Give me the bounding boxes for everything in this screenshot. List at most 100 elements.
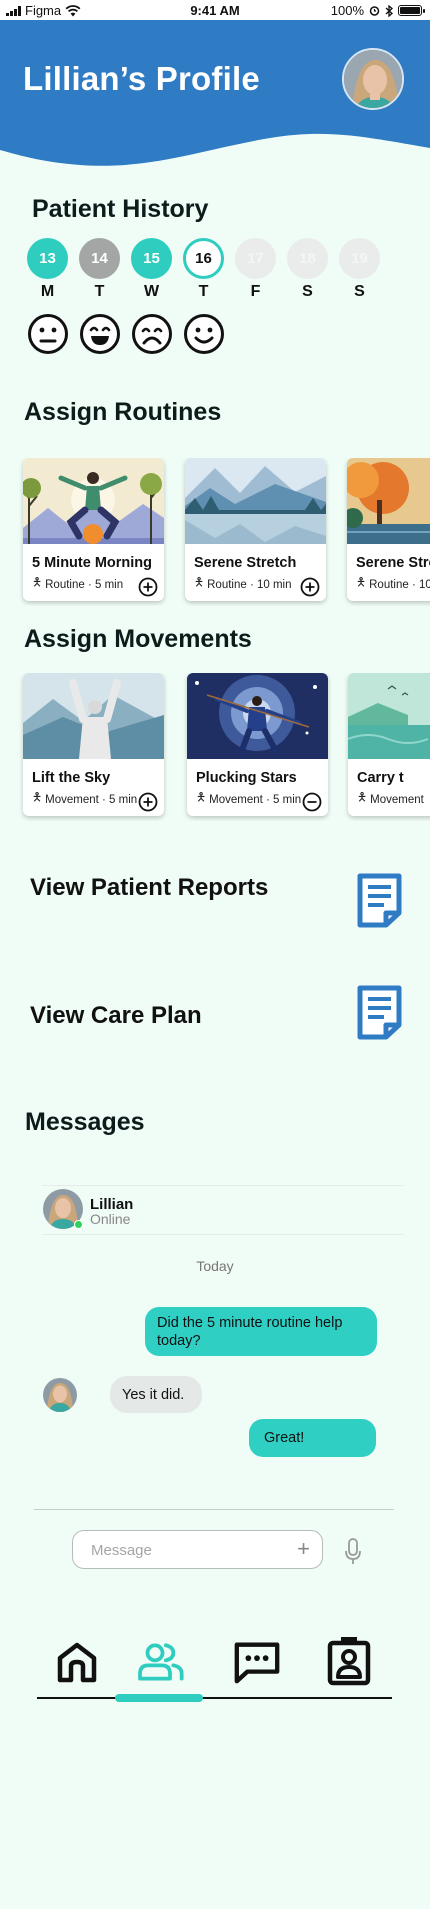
history-day[interactable]: 19 S [339, 238, 380, 301]
card-title: 5 Minute Morning [32, 555, 153, 571]
movement-thumbnail [23, 673, 164, 759]
view-care-plan-link[interactable]: View Care Plan [30, 1002, 202, 1030]
message-bubble-incoming: Yes it did. [110, 1376, 202, 1413]
card-title: Serene Stre [356, 555, 430, 571]
day-number: 15 [131, 238, 172, 279]
history-day[interactable]: 17 F [235, 238, 276, 301]
nav-active-indicator [115, 1694, 203, 1702]
nav-patients-button[interactable] [135, 1637, 185, 1687]
add-icon[interactable] [138, 577, 158, 597]
smile-face-icon [184, 314, 224, 354]
history-day[interactable]: 15 W [131, 238, 172, 301]
card-title: Lift the Sky [32, 770, 111, 786]
attach-plus-icon[interactable]: + [297, 1538, 310, 1560]
neutral-face-icon [28, 314, 68, 354]
battery-percent: 100% [330, 3, 364, 18]
patients-icon [138, 1643, 184, 1681]
history-day[interactable]: 18 S [287, 238, 328, 301]
routine-card[interactable]: 5 Minute Morning 🯅 Routine · 5 min [23, 458, 164, 601]
status-right: 100% [330, 3, 425, 18]
remove-icon[interactable] [302, 792, 322, 812]
history-days: 13 M 14 T 15 W 16 T 17 F 18 S 19 S [27, 238, 380, 301]
day-number: 18 [287, 238, 328, 279]
contact-status: Online [90, 1211, 131, 1227]
message-bubble-outgoing: Did the 5 minute routine help today? [145, 1307, 377, 1356]
card-title: Carry t [357, 770, 404, 786]
divider [34, 1509, 394, 1510]
card-meta-text: Routine · 10 min [207, 578, 292, 591]
movements-carousel[interactable]: Lift the Sky 🯅 Movement · 5 min Plucking … [0, 673, 430, 821]
day-letter: F [250, 283, 261, 300]
day-number: 19 [339, 238, 380, 279]
history-day[interactable]: 14 T [79, 238, 120, 301]
battery-icon [398, 5, 425, 16]
routine-thumbnail [347, 458, 430, 544]
person-icon: 🯅 [32, 577, 43, 589]
history-day[interactable]: 13 M [27, 238, 68, 301]
sad-face-icon [132, 314, 172, 354]
movement-thumbnail [187, 673, 328, 759]
add-icon[interactable] [138, 792, 158, 812]
profile-badge-icon [327, 1637, 371, 1686]
home-icon [57, 1642, 97, 1683]
nav-profile-button[interactable] [324, 1637, 374, 1687]
card-meta-text: Routine · 10 [369, 578, 430, 591]
card-meta-text: Movement · 5 min [45, 793, 138, 806]
bottom-nav [37, 1633, 392, 1705]
movement-card[interactable]: Plucking Stars 🯅 Movement · 5 min [187, 673, 328, 816]
movement-card[interactable]: Lift the Sky 🯅 Movement · 5 min [23, 673, 164, 816]
nav-chat-button[interactable] [232, 1637, 282, 1687]
patient-history-title: Patient History [32, 195, 209, 223]
day-letter: M [40, 283, 55, 300]
online-indicator [74, 1220, 83, 1229]
message-bubble-outgoing: Great! [249, 1419, 376, 1457]
chat-icon [234, 1642, 280, 1684]
day-letter: T [94, 283, 105, 300]
day-number: 13 [27, 238, 68, 279]
message-input[interactable] [91, 1539, 271, 1561]
person-icon: 🯅 [357, 792, 368, 804]
nav-baseline [37, 1697, 392, 1699]
card-meta: 🯅 Movement [348, 786, 430, 809]
day-letter: W [143, 283, 160, 300]
routine-thumbnail [23, 458, 164, 544]
day-number: 14 [79, 238, 120, 279]
routines-carousel[interactable]: 5 Minute Morning 🯅 Routine · 5 min Serene… [0, 458, 430, 606]
avatar[interactable] [342, 48, 404, 110]
routine-card[interactable]: Serene Stretch 🯅 Routine · 10 min [185, 458, 326, 601]
card-meta-text: Movement · 5 min [209, 793, 302, 806]
avatar [43, 1378, 77, 1412]
movement-thumbnail [348, 673, 430, 759]
day-letter: S [302, 283, 313, 300]
movement-card[interactable]: Carry t 🯅 Movement [348, 673, 430, 816]
routine-card[interactable]: Serene Stre 🯅 Routine · 10 [347, 458, 430, 601]
assign-movements-title: Assign Movements [24, 625, 252, 653]
status-bar: Figma 9:41 AM 100% [0, 0, 430, 20]
card-title: Plucking Stars [196, 770, 297, 786]
view-patient-reports-link[interactable]: View Patient Reports [30, 874, 268, 902]
person-icon: 🯅 [32, 792, 43, 804]
microphone-icon[interactable] [343, 1537, 363, 1567]
card-title: Serene Stretch [194, 555, 297, 571]
card-meta-text: Routine · 5 min [45, 578, 124, 591]
chat-contact-header[interactable]: Lillian Online [42, 1185, 404, 1235]
alarm-icon [369, 6, 380, 16]
bluetooth-icon [385, 4, 393, 17]
document-icon[interactable] [357, 873, 402, 928]
add-icon[interactable] [300, 577, 320, 597]
history-day-selected[interactable]: 16 T [183, 238, 224, 301]
document-icon[interactable] [357, 985, 402, 1040]
card-meta: 🯅 Routine · 10 [347, 571, 430, 594]
day-letter: S [354, 283, 365, 300]
message-composer[interactable]: + [72, 1530, 323, 1569]
happy-face-icon [80, 314, 120, 354]
person-icon: 🯅 [194, 577, 205, 589]
routine-thumbnail [185, 458, 326, 544]
person-icon: 🯅 [356, 577, 367, 589]
mood-row [27, 313, 225, 355]
nav-home-button[interactable] [52, 1637, 102, 1687]
messages-title: Messages [25, 1108, 145, 1136]
day-number: 17 [235, 238, 276, 279]
day-letter: T [198, 283, 209, 300]
card-meta-text: Movement [370, 793, 424, 806]
